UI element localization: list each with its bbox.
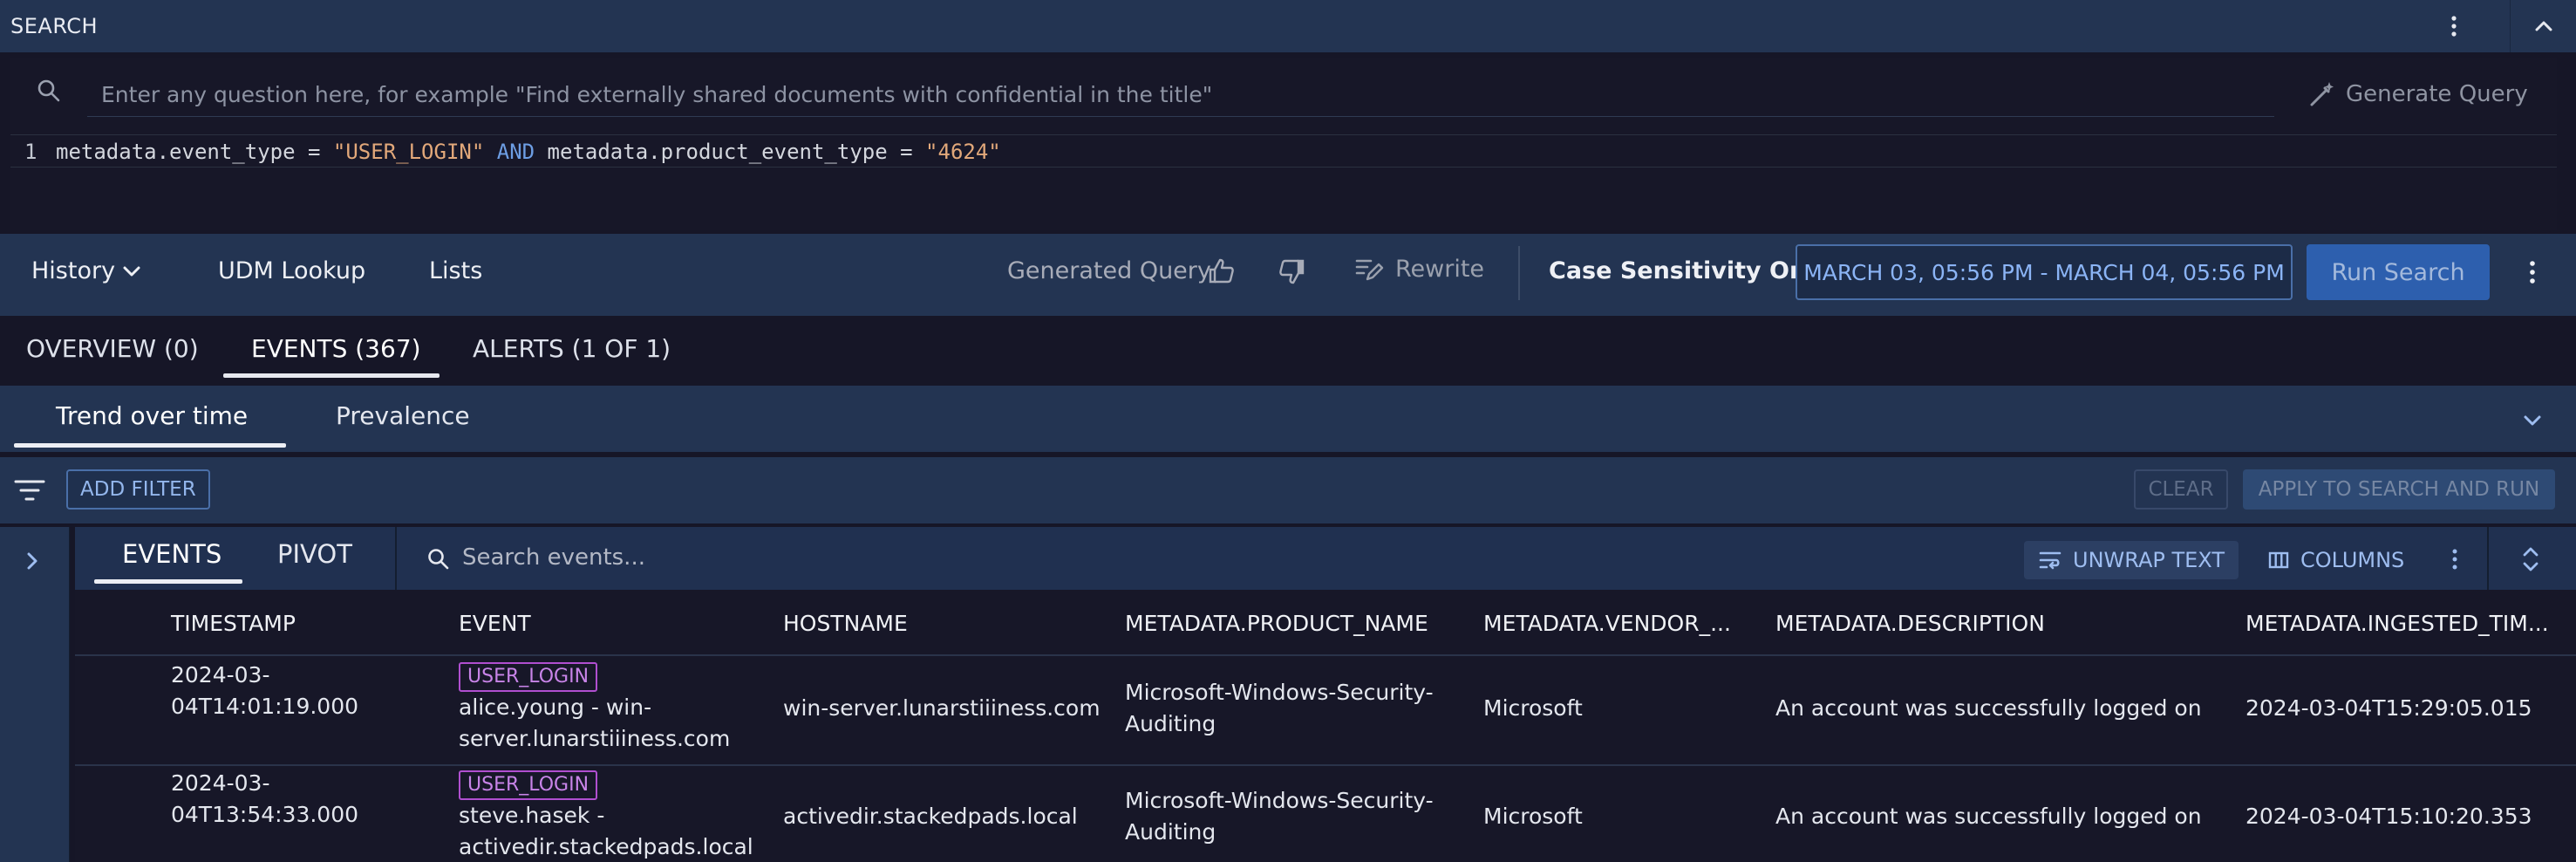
cell-event: USER_LOGIN alice.young - win- server.lun… xyxy=(459,660,755,755)
generate-query-label: Generate Query xyxy=(2346,81,2528,107)
active-view-indicator xyxy=(94,579,242,584)
edit-lines-icon xyxy=(1353,253,1385,284)
search-panel-title: SEARCH xyxy=(10,14,99,38)
query-operator: = xyxy=(887,140,926,164)
column-header-description[interactable]: METADATA.DESCRIPTION xyxy=(1775,611,2045,636)
line-number: 1 xyxy=(24,140,37,164)
search-icon xyxy=(35,77,63,105)
chevron-up-icon xyxy=(2535,21,2552,31)
rewrite-button[interactable]: Rewrite xyxy=(1353,253,1484,284)
cell-timestamp: 2024-03- 04T14:01:19.000 xyxy=(171,662,359,719)
cell-product-name: Microsoft-Windows-Security- Auditing xyxy=(1125,788,1434,845)
column-header-event[interactable]: EVENT xyxy=(459,611,531,636)
query-operator: = xyxy=(295,140,333,164)
cell-ingested-time: 2024-03-04T15:10:20.353 xyxy=(2245,804,2532,829)
more-options-icon[interactable] xyxy=(2442,546,2468,572)
query-string: "4624" xyxy=(925,140,1001,164)
add-filter-button[interactable]: ADD FILTER xyxy=(66,469,210,510)
left-rail xyxy=(0,527,70,862)
cell-hostname: activedir.stackedpads.local xyxy=(783,804,1078,829)
case-sensitivity-toggle[interactable]: Case Sensitivity On xyxy=(1549,257,1806,284)
unwrap-text-label: UNWRAP TEXT xyxy=(2073,548,2225,572)
tab-prevalence[interactable]: Prevalence xyxy=(336,401,470,430)
query-string: "USER_LOGIN" xyxy=(332,140,485,164)
search-icon xyxy=(426,546,452,572)
generated-query-label: Generated Query xyxy=(1007,257,1211,284)
divider xyxy=(2487,527,2489,590)
filter-icon[interactable] xyxy=(14,476,45,504)
query-field: metadata.product_event_type xyxy=(547,140,888,164)
toolbar-divider xyxy=(1518,246,1520,300)
cell-timestamp: 2024-03- 04T13:54:33.000 xyxy=(171,770,359,827)
divider xyxy=(395,527,397,590)
column-header-timestamp[interactable]: TIMESTAMP xyxy=(171,611,296,636)
query-field: metadata.event_type xyxy=(56,140,296,164)
tab-overview[interactable]: OVERVIEW (0) xyxy=(26,334,199,363)
chevron-down-icon[interactable] xyxy=(120,260,143,283)
chevron-down-icon[interactable] xyxy=(2520,408,2545,433)
cell-event: USER_LOGIN steve.hasek - activedir.stack… xyxy=(459,768,755,862)
column-header-ingested-time[interactable]: METADATA.INGESTED_TIM... xyxy=(2245,611,2549,636)
columns-button[interactable]: COLUMNS xyxy=(2267,541,2404,579)
event-type-badge[interactable]: USER_LOGIN xyxy=(459,770,598,800)
cell-vendor: Microsoft xyxy=(1483,804,1583,829)
column-header-hostname[interactable]: HOSTNAME xyxy=(783,611,908,636)
cell-description: An account was successfully logged on xyxy=(1775,695,2202,721)
cell-hostname: win-server.lunarstiiiness.com xyxy=(783,695,1101,721)
expand-vertical-icon[interactable] xyxy=(2517,544,2545,574)
generate-query-button[interactable]: Generate Query xyxy=(2307,75,2528,113)
cell-description: An account was successfully logged on xyxy=(1775,804,2202,829)
search-header xyxy=(0,0,2576,52)
event-type-badge[interactable]: USER_LOGIN xyxy=(459,662,598,692)
cell-product-name: Microsoft-Windows-Security- Auditing xyxy=(1125,680,1434,736)
more-options-icon[interactable] xyxy=(2517,257,2548,288)
tab-events-view[interactable]: EVENTS xyxy=(122,539,221,569)
search-collapse-button[interactable] xyxy=(2510,0,2576,52)
cell-ingested-time: 2024-03-04T15:29:05.015 xyxy=(2245,695,2532,721)
columns-icon xyxy=(2267,549,2290,571)
query-text[interactable]: metadata.event_type = "USER_LOGIN" AND m… xyxy=(56,140,1001,164)
query-keyword: AND xyxy=(484,140,548,164)
active-subtab-indicator xyxy=(14,443,286,448)
wrap-text-icon xyxy=(2038,548,2062,572)
active-tab-indicator xyxy=(223,373,440,378)
lists-button[interactable]: Lists xyxy=(429,257,482,284)
natural-language-query-input[interactable] xyxy=(87,73,2274,117)
search-more-menu-icon[interactable] xyxy=(2438,10,2470,42)
column-header-product-name[interactable]: METADATA.PRODUCT_NAME xyxy=(1125,611,1428,636)
history-button[interactable]: History xyxy=(31,257,115,284)
columns-label: COLUMNS xyxy=(2300,548,2405,572)
run-search-button[interactable]: Run Search xyxy=(2307,244,2490,300)
thumbs-down-icon[interactable] xyxy=(1277,257,1306,286)
magic-wand-icon xyxy=(2307,79,2337,109)
tab-alerts[interactable]: ALERTS (1 OF 1) xyxy=(473,334,671,363)
thumbs-up-icon[interactable] xyxy=(1207,257,1237,286)
udm-lookup-button[interactable]: UDM Lookup xyxy=(218,257,365,284)
tab-trend-over-time[interactable]: Trend over time xyxy=(56,401,248,430)
events-search-input[interactable] xyxy=(462,539,1073,576)
tab-pivot-view[interactable]: PIVOT xyxy=(277,539,352,569)
column-header-vendor[interactable]: METADATA.VENDOR_... xyxy=(1483,611,1731,636)
apply-to-search-button[interactable]: APPLY TO SEARCH AND RUN xyxy=(2243,469,2555,510)
unwrap-text-button[interactable]: UNWRAP TEXT xyxy=(2024,541,2239,579)
clear-button[interactable]: CLEAR xyxy=(2134,469,2228,510)
tab-events[interactable]: EVENTS (367) xyxy=(251,334,421,363)
rewrite-label: Rewrite xyxy=(1395,255,1485,283)
date-range-picker[interactable]: MARCH 03, 05:56 PM - MARCH 04, 05:56 PM xyxy=(1796,244,2293,300)
chevron-right-icon[interactable] xyxy=(19,548,45,574)
cell-vendor: Microsoft xyxy=(1483,695,1583,721)
